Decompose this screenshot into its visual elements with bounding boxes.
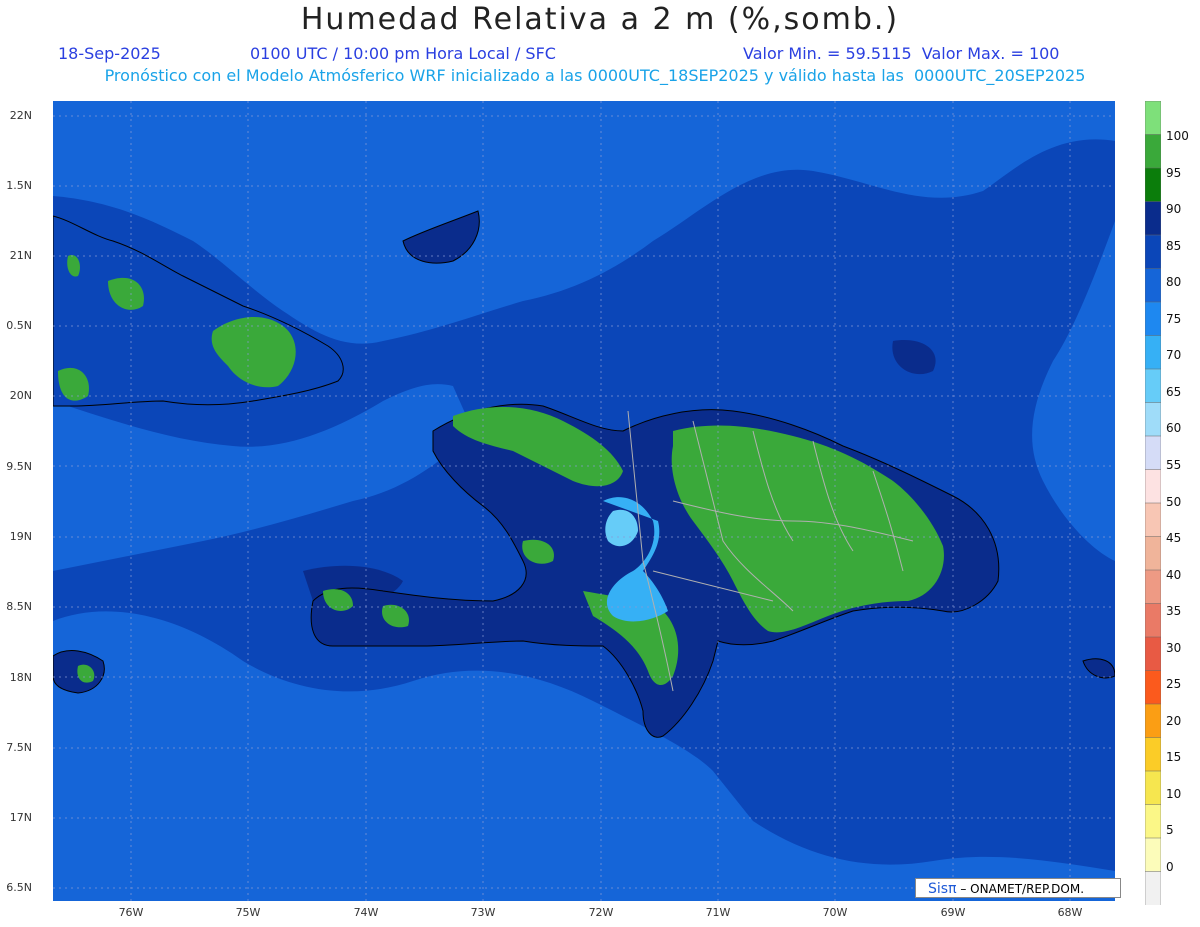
forecast-description: Pronóstico con el Modelo Atmósferico WRF… — [104, 66, 1086, 85]
colorbar-swatch — [1145, 301, 1161, 337]
lat-label: 19N — [9, 530, 32, 543]
colorbar-swatch — [1145, 435, 1161, 471]
colorbar-label: 0 — [1166, 860, 1174, 874]
colorbar-swatch — [1145, 737, 1161, 772]
lon-label: 75W — [235, 906, 261, 919]
lat-label: 0.5N — [6, 319, 32, 332]
sispi-logo: Sisπ — [928, 881, 957, 897]
credit-text: – ONAMET/REP.DOM. — [960, 882, 1085, 896]
colorbar-label: 100 — [1166, 129, 1189, 143]
colorbar-label: 10 — [1166, 786, 1182, 801]
lat-label: 17N — [9, 811, 32, 824]
colorbar-label: 25 — [1166, 677, 1182, 692]
colorbar-label: 60 — [1166, 421, 1182, 436]
colorbar-swatch — [1145, 201, 1161, 236]
colorbar-label: 55 — [1166, 457, 1182, 472]
colorbar-swatch — [1145, 167, 1161, 203]
lon-label: 69W — [940, 906, 966, 919]
colorbar-swatch — [1145, 536, 1161, 571]
colorbar-swatch — [1145, 871, 1161, 905]
colorbar-label: 45 — [1166, 531, 1182, 546]
colorbar-swatch — [1145, 268, 1161, 303]
colorbar-label: 35 — [1166, 604, 1182, 619]
date-label: 18-Sep-2025 — [58, 44, 161, 63]
colorbar-label: 95 — [1166, 165, 1182, 180]
lat-label: 1.5N — [6, 179, 32, 192]
lon-label: 71W — [705, 906, 731, 919]
lon-label: 68W — [1057, 906, 1083, 919]
colorbar-swatch — [1145, 101, 1161, 136]
colorbar-swatch — [1145, 837, 1161, 873]
colorbar-swatch — [1145, 335, 1161, 370]
lon-label: 70W — [822, 906, 848, 919]
colorbar-label: 75 — [1166, 311, 1182, 326]
lon-label: 73W — [470, 906, 496, 919]
colorbar-label: 30 — [1166, 640, 1182, 655]
time-label: 0100 UTC / 10:00 pm Hora Local / SFC — [250, 44, 556, 63]
lat-label: 20N — [9, 389, 32, 402]
colorbar-swatch — [1145, 636, 1161, 672]
colorbar-label: 40 — [1166, 567, 1182, 582]
colorbar-swatch — [1145, 703, 1161, 739]
lat-label: 6.5N — [6, 881, 32, 894]
value-range-label: Valor Min. = 59.5115 Valor Max. = 100 — [743, 44, 1060, 63]
colorbar-label: 20 — [1166, 713, 1182, 728]
lon-label: 72W — [588, 906, 614, 919]
colorbar-swatch — [1145, 134, 1161, 169]
lon-label: 76W — [118, 906, 144, 919]
relative-humidity-map — [53, 101, 1115, 901]
lat-label: 8.5N — [6, 600, 32, 613]
lat-label: 21N — [9, 249, 32, 262]
colorbar-label: 70 — [1166, 348, 1182, 363]
colorbar-swatch — [1145, 670, 1161, 705]
colorbar-swatch — [1145, 402, 1161, 437]
colorbar-swatch — [1145, 368, 1161, 404]
colorbar-label: 80 — [1166, 275, 1182, 290]
map-title: Humedad Relativa a 2 m (%,somb.) — [300, 2, 900, 37]
colorbar-swatch — [1145, 603, 1161, 638]
lat-label: 18N — [9, 671, 32, 684]
colorbar-label: 15 — [1166, 750, 1182, 765]
colorbar-label: 65 — [1166, 384, 1182, 399]
lat-label: 22N — [9, 109, 32, 122]
colorbar-swatch — [1145, 234, 1161, 270]
colorbar-label: 50 — [1166, 494, 1182, 509]
lat-label: 9.5N — [6, 460, 32, 473]
colorbar-label: 5 — [1166, 823, 1174, 838]
colorbar-swatch — [1145, 770, 1161, 806]
colorbar-label: 90 — [1166, 202, 1182, 217]
colorbar-swatch — [1145, 804, 1161, 839]
colorbar-swatch — [1145, 569, 1161, 605]
credit-box: Sisπ – ONAMET/REP.DOM. — [915, 878, 1121, 898]
colorbar-swatch — [1145, 502, 1161, 538]
colorbar-label: 85 — [1166, 238, 1182, 253]
colorbar — [1145, 101, 1161, 905]
lon-label: 74W — [353, 906, 379, 919]
colorbar-swatch — [1145, 469, 1161, 504]
lat-label: 7.5N — [6, 741, 32, 754]
